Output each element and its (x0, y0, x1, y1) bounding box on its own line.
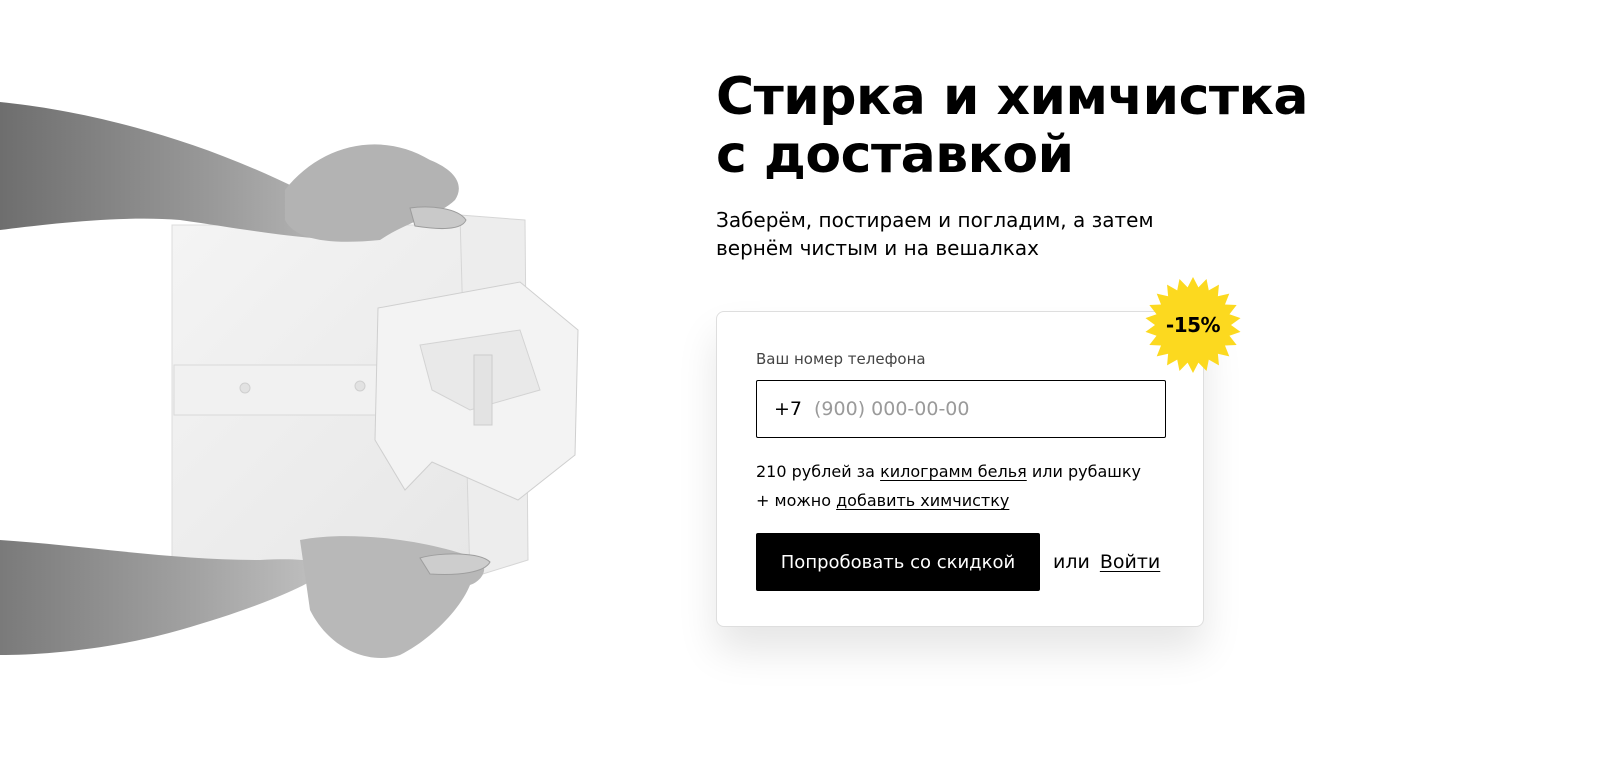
price-line-1: 210 рублей за килограмм белья или рубашк… (756, 457, 1141, 486)
dry-cleaning-text: + можно (756, 491, 837, 510)
discount-badge-text: -15% (1165, 313, 1221, 337)
hero-subtitle: Заберём, постираем и погладим, а затем в… (716, 208, 1154, 260)
order-form-card: Ваш номер телефона +7 210 рублей за кило… (716, 311, 1204, 627)
folded-shirt-hands-illustration (0, 90, 600, 690)
add-dry-cleaning-link[interactable]: добавить химчистку (836, 491, 1009, 510)
or-text: или (1053, 551, 1090, 573)
phone-input[interactable] (814, 398, 1135, 420)
phone-prefix: +7 (774, 398, 803, 420)
price-line-2: + можно добавить химчистку (756, 486, 1141, 515)
phone-field[interactable]: +7 (756, 380, 1166, 438)
discount-badge: -15% (1144, 276, 1242, 374)
try-with-discount-button[interactable]: Попробовать со скидкой (756, 533, 1040, 591)
price-info: 210 рублей за килограмм белья или рубашк… (756, 457, 1141, 515)
phone-field-label: Ваш номер телефона (756, 350, 926, 368)
page-title: Стирка и химчистка с доставкой (716, 67, 1308, 185)
price-text: 210 рублей за (756, 462, 881, 481)
form-actions: Попробовать со скидкой или Войти (756, 533, 1160, 591)
login-link[interactable]: Войти (1100, 551, 1160, 573)
price-text-suffix: или рубашку (1026, 462, 1142, 481)
landing-page: Стирка и химчистка с доставкой Заберём, … (0, 0, 1600, 780)
kilogram-laundry-link[interactable]: килограмм белья (880, 462, 1027, 481)
hero-section: Стирка и химчистка с доставкой Заберём, … (716, 68, 1336, 262)
